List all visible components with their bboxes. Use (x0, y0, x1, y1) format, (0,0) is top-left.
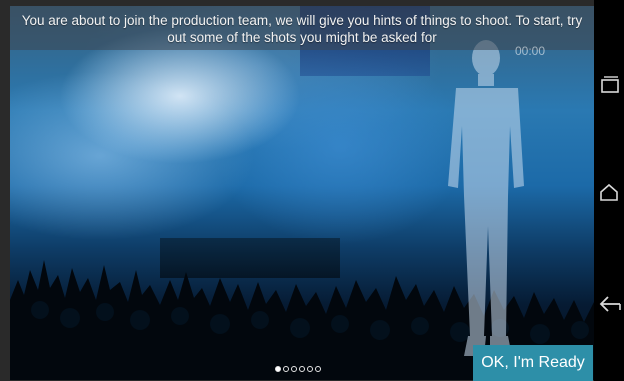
page-dot (307, 366, 313, 372)
page-dot (291, 366, 297, 372)
back-button[interactable] (594, 284, 624, 324)
hint-text: You are about to join the production tea… (21, 13, 583, 45)
system-nav-bar (594, 0, 624, 381)
back-icon (599, 296, 621, 312)
page-indicator (275, 366, 321, 372)
home-icon (600, 183, 618, 201)
recent-apps-icon (601, 76, 619, 93)
person-silhouette-guide (448, 40, 524, 356)
camera-preview (10, 6, 594, 380)
page-dot (315, 366, 321, 372)
recent-apps-button[interactable] (594, 68, 624, 108)
recording-timer: 00:00 (515, 44, 546, 58)
ok-ready-button[interactable]: OK, I'm Ready (473, 345, 593, 381)
home-button[interactable] (594, 174, 624, 214)
page-dot (283, 366, 289, 372)
page-dot (299, 366, 305, 372)
page-dot (275, 366, 281, 372)
